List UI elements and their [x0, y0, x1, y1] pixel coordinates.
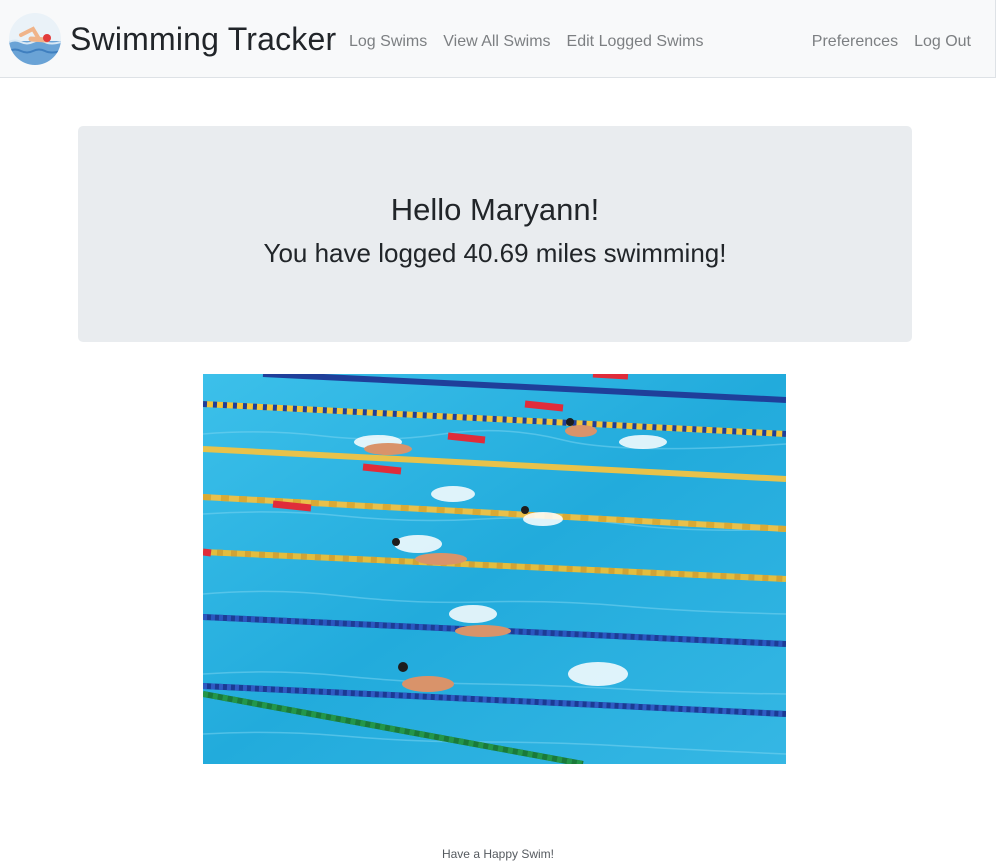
- greeting-heading: Hello Maryann!: [390, 192, 600, 227]
- nav-view-all-swims-link[interactable]: View All Swims: [443, 33, 550, 51]
- nav-right-links: Preferences Log Out: [796, 33, 971, 51]
- nav-log-swims-link[interactable]: Log Swims: [349, 33, 427, 51]
- nav-edit-logged-swims-link[interactable]: Edit Logged Swims: [567, 33, 704, 51]
- nav-left-links: Log Swims View All Swims Edit Logged Swi…: [349, 33, 720, 51]
- nav-preferences-link[interactable]: Preferences: [812, 33, 898, 51]
- swimmer-icon: [9, 13, 61, 65]
- navbar: Swimming Tracker Log Swims View All Swim…: [0, 0, 996, 78]
- miles-summary: You have logged 40.69 miles swimming!: [263, 238, 727, 268]
- brand-title: Swimming Tracker: [70, 20, 337, 57]
- swimmers-pool-photo: [203, 374, 786, 764]
- footer-message: Have a Happy Swim!: [441, 847, 555, 861]
- nav-log-out-link[interactable]: Log Out: [914, 33, 971, 51]
- brand-link[interactable]: Swimming Tracker: [9, 12, 336, 66]
- welcome-jumbotron: Hello Maryann! You have logged 40.69 mil…: [78, 126, 912, 342]
